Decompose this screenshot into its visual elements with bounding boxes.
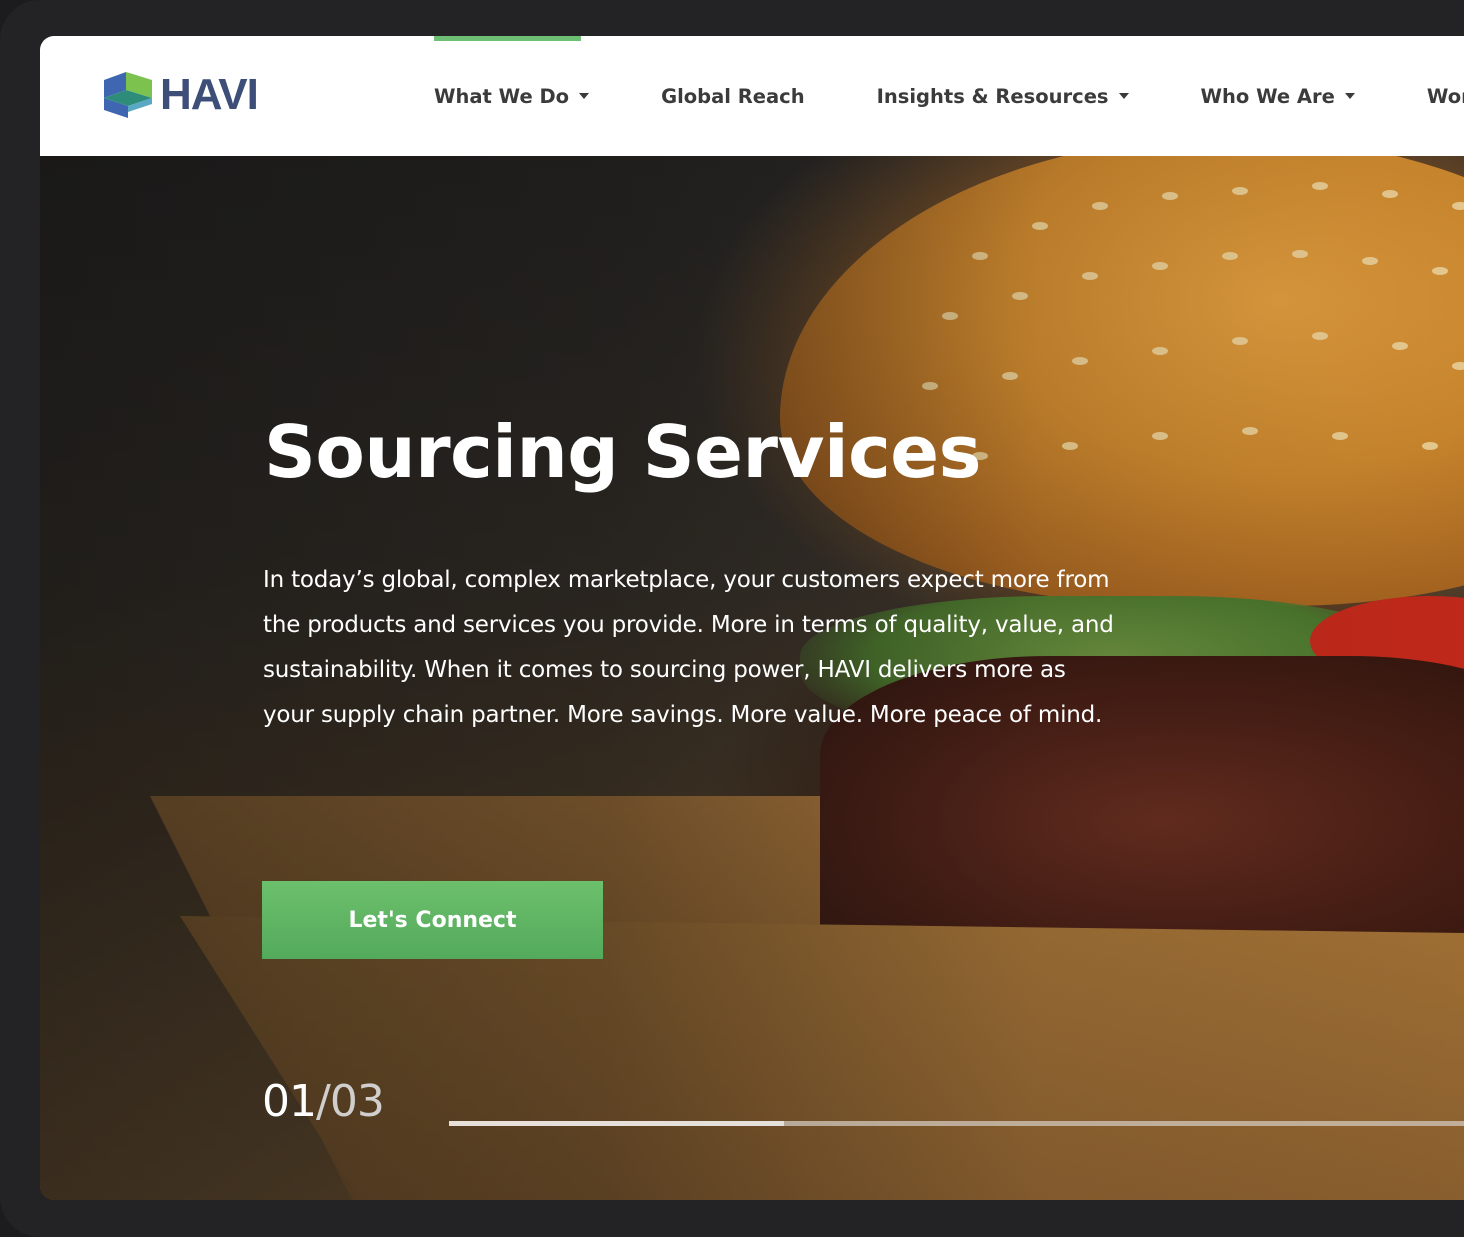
- hero-slide: Sourcing Services In today’s global, com…: [40, 156, 1464, 1200]
- main-nav: What We Do Global Reach Insights & Resou…: [434, 36, 1464, 156]
- nav-item-label: Insights & Resources: [876, 84, 1109, 108]
- caret-down-icon: [579, 93, 590, 99]
- nav-item-label: Global Reach: [661, 84, 805, 108]
- caret-down-icon: [1344, 93, 1355, 99]
- lets-connect-button[interactable]: Let's Connect: [262, 881, 603, 959]
- caret-down-icon: [1118, 93, 1129, 99]
- slide-current: 01: [262, 1076, 317, 1127]
- havi-logo[interactable]: HAVI: [102, 70, 259, 120]
- hero-title: Sourcing Services: [264, 410, 981, 494]
- hero-description: In today’s global, complex marketplace, …: [263, 567, 1114, 728]
- nav-item-what-we-do[interactable]: What We Do: [434, 36, 590, 156]
- slide-counter: 01/03: [262, 1076, 385, 1128]
- logo-text: HAVI: [160, 70, 259, 119]
- havi-logo-icon: [104, 72, 152, 118]
- nav-item-working[interactable]: Workin: [1427, 36, 1464, 156]
- slide-total: 03: [329, 1076, 385, 1127]
- slide-progress-fill: [449, 1121, 784, 1126]
- nav-item-global-reach[interactable]: Global Reach: [661, 36, 805, 156]
- device-frame: HAVI What We Do Global Reach Insights & …: [0, 0, 1464, 1237]
- nav-item-who-we-are[interactable]: Who We Are: [1201, 36, 1355, 156]
- slide-separator: /: [316, 1076, 331, 1127]
- nav-item-label: What We Do: [434, 84, 570, 108]
- nav-item-label: Workin: [1426, 84, 1464, 108]
- slide-progress-bar[interactable]: [449, 1121, 1464, 1126]
- nav-item-insights-resources[interactable]: Insights & Resources: [877, 36, 1129, 156]
- browser-viewport: HAVI What We Do Global Reach Insights & …: [40, 36, 1464, 1200]
- site-header: HAVI What We Do Global Reach Insights & …: [40, 36, 1464, 156]
- nav-item-label: Who We Are: [1200, 84, 1335, 108]
